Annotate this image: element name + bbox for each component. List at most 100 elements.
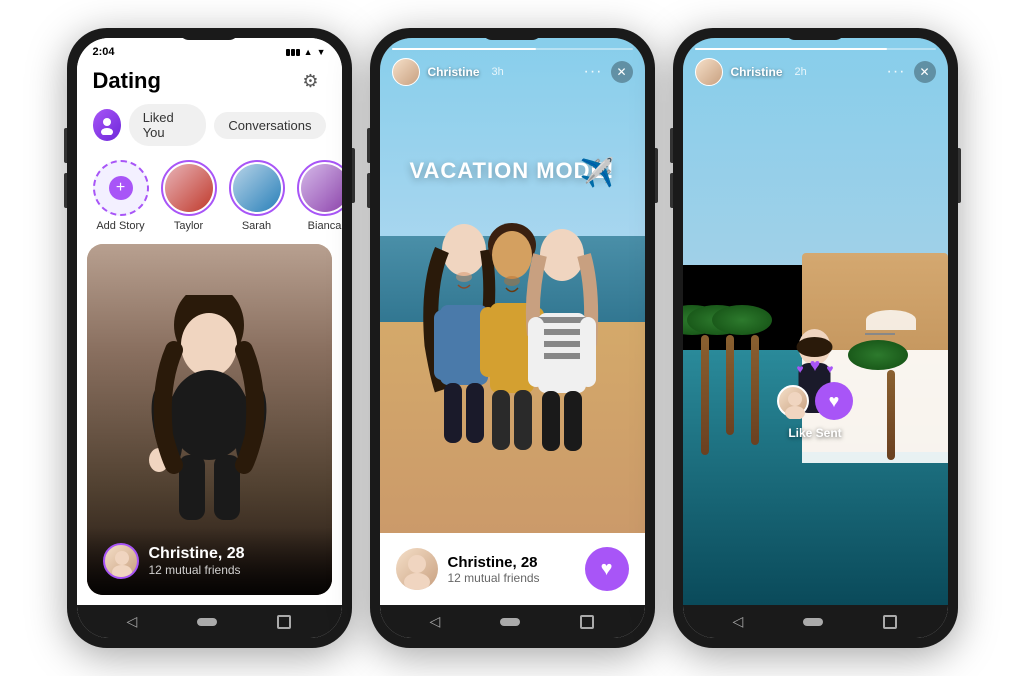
home-button-3[interactable] xyxy=(803,618,823,626)
add-story-label: Add Story xyxy=(96,220,144,232)
wifi-icon: ▲ xyxy=(304,47,313,57)
story-header-2: Christine 3h ··· ✕ xyxy=(380,38,645,86)
story-avatar-taylor xyxy=(165,164,213,212)
status-bar: 2:04 ▲ ▼ xyxy=(77,38,342,62)
power-button-3 xyxy=(958,148,961,203)
phone-notch-1 xyxy=(179,28,239,40)
card-avatar xyxy=(103,543,139,579)
story-user-avatar-3 xyxy=(695,58,723,86)
status-time: 2:04 xyxy=(93,46,115,58)
back-button-1[interactable]: ◁ xyxy=(127,613,138,630)
conversations-tab[interactable]: Conversations xyxy=(214,112,325,139)
story-avatar-bianca xyxy=(301,164,342,212)
home-button-2[interactable] xyxy=(500,618,520,626)
tabs-row: Liked You Conversations xyxy=(77,104,342,156)
volume-up-button-3 xyxy=(670,128,673,163)
umbrella-top xyxy=(866,310,916,330)
story-card-info: Christine, 28 12 mutual friends xyxy=(396,548,540,590)
volume-down-button xyxy=(64,173,67,208)
profile-card[interactable]: Christine, 28 12 mutual friends xyxy=(87,244,332,595)
dating-home-screen: 2:04 ▲ ▼ Dating ⚙ xyxy=(77,38,342,605)
dating-header: Dating ⚙ xyxy=(77,62,342,104)
story-user-info-3: Christine 2h xyxy=(695,58,807,86)
volume-up-button xyxy=(64,128,67,163)
story-label-bianca: Bianca xyxy=(308,220,342,232)
card-text: Christine, 28 12 mutual friends xyxy=(149,545,245,577)
page-title: Dating xyxy=(93,68,161,94)
story-progress-fill xyxy=(392,48,537,50)
palm-tree-4 xyxy=(874,340,908,460)
story-time: 3h xyxy=(492,66,504,78)
card-name: Christine, 28 xyxy=(149,545,245,563)
phone-2: Christine 3h ··· ✕ VACATION MODE! ✈️ xyxy=(370,28,655,648)
story-label-sarah: Sarah xyxy=(242,220,271,232)
card-info-overlay: Christine, 28 12 mutual friends xyxy=(87,527,332,595)
story-bottom-card: Christine, 28 12 mutual friends ♥ xyxy=(380,533,645,605)
story-item-sarah[interactable]: Sarah xyxy=(229,160,285,232)
battery-icon xyxy=(286,49,300,56)
home-button-1[interactable] xyxy=(197,618,217,626)
back-button-3[interactable]: ◁ xyxy=(733,613,744,630)
story-card-name: Christine, 28 xyxy=(448,554,540,571)
power-button xyxy=(352,148,355,203)
like-sent-user-avatar xyxy=(777,385,809,417)
story-card-avatar xyxy=(396,548,438,590)
stories-row: + Add Story Taylor Sarah xyxy=(77,156,342,244)
story-card-mutual: 12 mutual friends xyxy=(448,571,540,585)
android-nav-bar-3: ◁ xyxy=(683,605,948,638)
story-label-taylor: Taylor xyxy=(174,220,203,232)
phone-2-screen: Christine 3h ··· ✕ VACATION MODE! ✈️ xyxy=(380,38,645,638)
like-sent-badge: ♥ xyxy=(777,382,853,420)
like-button[interactable]: ♥ xyxy=(585,547,629,591)
story-header-3: Christine 2h ··· ✕ xyxy=(683,38,948,86)
story-ring-bianca xyxy=(297,160,342,216)
more-options-button[interactable]: ··· xyxy=(584,63,603,81)
volume-up-button-2 xyxy=(367,128,370,163)
signal-icon: ▼ xyxy=(317,47,326,57)
more-options-button-3[interactable]: ··· xyxy=(887,63,906,81)
story-user-info: Christine 3h xyxy=(392,58,504,86)
story-like-screen: ♥ ♥ ♥ ♥ Like Sent xyxy=(683,38,948,605)
plane-emoji: ✈️ xyxy=(580,156,615,189)
user-avatar-tab[interactable] xyxy=(93,109,121,141)
recents-button-1[interactable] xyxy=(277,615,291,629)
story-time-3: 2h xyxy=(795,66,807,78)
close-story-button[interactable]: ✕ xyxy=(611,61,633,83)
story-progress-bar-3 xyxy=(695,48,936,50)
story-ring-sarah xyxy=(229,160,285,216)
android-nav-bar-2: ◁ xyxy=(380,605,645,638)
like-sent-heart-icon: ♥ xyxy=(815,382,853,420)
story-user-avatar xyxy=(392,58,420,86)
settings-button[interactable]: ⚙ xyxy=(296,66,326,96)
story-header-actions-3: ··· ✕ xyxy=(887,61,936,83)
story-item-bianca[interactable]: Bianca xyxy=(297,160,342,232)
story-user-row-3: Christine 2h ··· ✕ xyxy=(695,58,936,86)
umbrella-pole xyxy=(865,333,895,335)
story-avatar-sarah xyxy=(233,164,281,212)
add-story-item[interactable]: + Add Story xyxy=(93,160,149,232)
heart-float-small-2: ♥ xyxy=(826,362,833,376)
recents-button-3[interactable] xyxy=(883,615,897,629)
palm-tree-3 xyxy=(738,305,772,445)
person-silhouette xyxy=(139,295,279,525)
heart-float-large: ♥ xyxy=(810,355,821,376)
phone-3-screen: ♥ ♥ ♥ ♥ Like Sent xyxy=(683,38,948,638)
like-sent-container: ♥ ♥ ♥ ♥ Like Sent xyxy=(777,355,853,440)
add-story-button[interactable]: + xyxy=(93,160,149,216)
story-ring-taylor xyxy=(161,160,217,216)
volume-down-button-2 xyxy=(367,173,370,208)
story-card-text: Christine, 28 12 mutual friends xyxy=(448,554,540,585)
close-story-button-3[interactable]: ✕ xyxy=(914,61,936,83)
story-progress-bar xyxy=(392,48,633,50)
liked-you-tab[interactable]: Liked You xyxy=(129,104,207,146)
android-nav-bar-1: ◁ xyxy=(77,605,342,638)
status-icons: ▲ ▼ xyxy=(286,47,326,57)
back-button-2[interactable]: ◁ xyxy=(430,613,441,630)
recents-button-2[interactable] xyxy=(580,615,594,629)
phone-3: ♥ ♥ ♥ ♥ Like Sent xyxy=(673,28,958,648)
story-item-taylor[interactable]: Taylor xyxy=(161,160,217,232)
phone-1-screen: 2:04 ▲ ▼ Dating ⚙ xyxy=(77,38,342,638)
floating-hearts: ♥ ♥ ♥ xyxy=(797,355,834,376)
women-group xyxy=(412,215,612,495)
story-user-row: Christine 3h ··· ✕ xyxy=(392,58,633,86)
